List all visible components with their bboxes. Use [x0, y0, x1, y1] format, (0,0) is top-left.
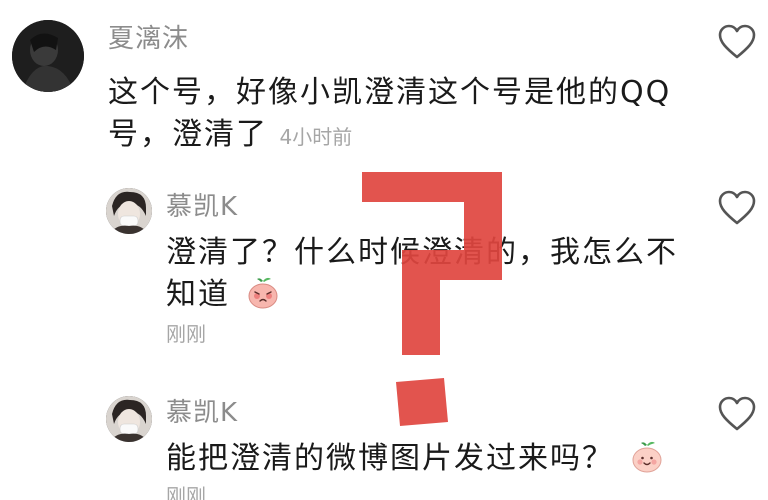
- avatar[interactable]: [106, 396, 152, 442]
- heart-outline-icon: [718, 396, 756, 431]
- comment-text: 能把澄清的微博图片发过来吗？: [166, 438, 706, 480]
- comment-text-line: 知道: [166, 277, 230, 312]
- comment-item: 夏漓沫 这个号，好像小凯澄清这个号是他的QQ 号，澄清了 4小时前: [0, 0, 768, 160]
- comment-text-line: 这个号，好像小凯澄清这个号是他的QQ: [108, 75, 672, 110]
- reply-item: 慕凯K 能把澄清的微博图片发过来吗？ 刚刚: [0, 388, 768, 500]
- comment-text-line: 能把澄清的微博图片发过来吗？: [166, 441, 614, 476]
- username[interactable]: 慕凯K: [166, 398, 238, 428]
- like-button[interactable]: [718, 24, 756, 60]
- comment-thread: 夏漓沫 这个号，好像小凯澄清这个号是他的QQ 号，澄清了 4小时前 慕凯K 澄清…: [0, 0, 768, 500]
- reply-item: 慕凯K 澄清了？什么时候澄清的，我怎么不 知道 刚刚: [0, 180, 768, 360]
- avatar-image: [106, 188, 152, 234]
- comment-text-line: 知道: [166, 274, 706, 316]
- timestamp: 4小时前: [279, 125, 353, 149]
- username[interactable]: 夏漓沫: [108, 24, 189, 54]
- comment-text-line: 能把澄清的微博图片发过来吗？: [166, 438, 706, 480]
- avatar[interactable]: [106, 188, 152, 234]
- like-button[interactable]: [718, 396, 756, 432]
- heart-outline-icon: [718, 24, 756, 59]
- comment-text-line: 澄清了？什么时候澄清的，我怎么不: [166, 235, 678, 270]
- timestamp: 刚刚: [166, 484, 206, 500]
- comment-text-line: 号，澄清了 4小时前: [108, 114, 688, 158]
- smiling-peach-emoji: [632, 441, 662, 473]
- avatar[interactable]: [12, 20, 84, 92]
- avatar-image: [12, 20, 84, 92]
- comment-text-line: 号，澄清了: [108, 117, 268, 152]
- blushing-peach-emoji: [248, 277, 278, 309]
- comment-text: 这个号，好像小凯澄清这个号是他的QQ 号，澄清了 4小时前: [108, 72, 688, 158]
- heart-outline-icon: [718, 190, 756, 225]
- timestamp: 刚刚: [166, 322, 206, 346]
- username[interactable]: 慕凯K: [166, 192, 238, 222]
- like-button[interactable]: [718, 190, 756, 226]
- avatar-image: [106, 396, 152, 442]
- comment-text: 澄清了？什么时候澄清的，我怎么不 知道: [166, 232, 706, 316]
